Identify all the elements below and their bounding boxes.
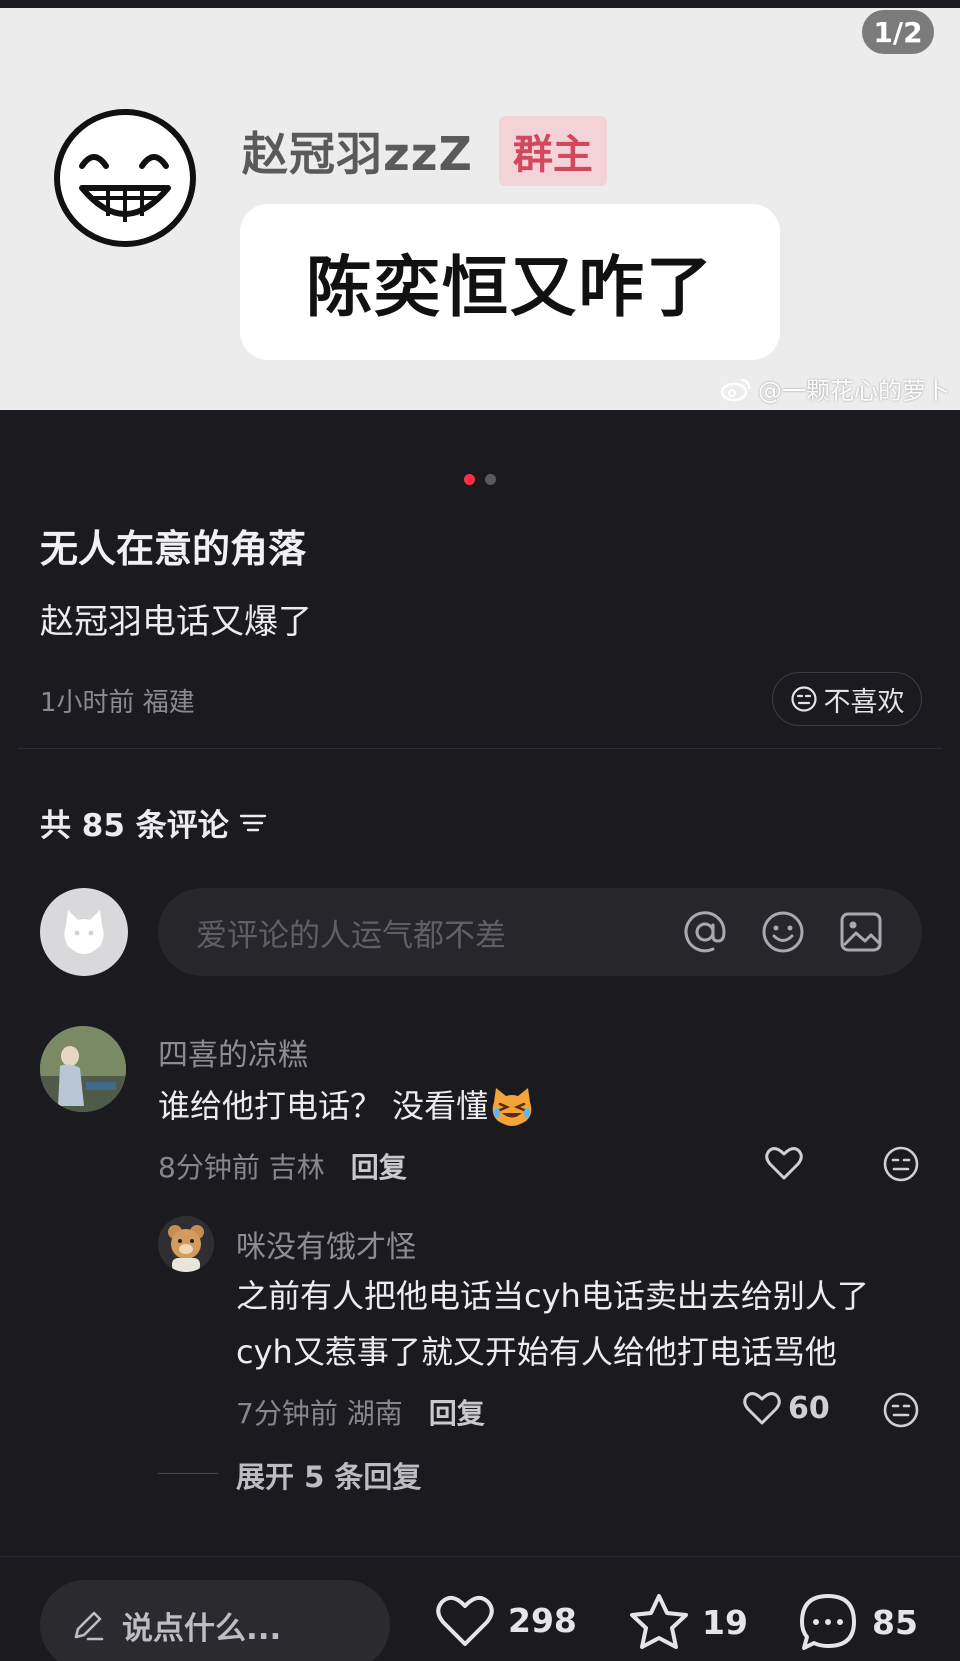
meme-chat-bubble: 陈奕恒又咋了 [240, 204, 780, 360]
comment-like-button[interactable] [764, 1144, 804, 1182]
heart-icon [743, 1392, 781, 1425]
reply-author[interactable]: 咪没有饿才怪 [236, 1222, 416, 1266]
heart-icon [765, 1147, 803, 1180]
expand-replies-button[interactable]: 展开 5 条回复 [236, 1454, 421, 1496]
dislike-label: 不喜欢 [823, 686, 905, 718]
input-icons [682, 909, 884, 955]
carousel-dot-active[interactable] [464, 474, 475, 485]
reply-text-line-1: 之前有人把他电话当cyh电话卖出去给别人了 [236, 1277, 869, 1315]
weibo-watermark: @一颗花心的萝卜 [720, 371, 950, 406]
weibo-logo-icon [720, 378, 751, 401]
star-icon [630, 1594, 688, 1649]
reply-meta: 7分钟前 湖南 回复 [236, 1392, 485, 1432]
dislike-button[interactable]: 不喜欢 [772, 672, 922, 726]
watermark-text: @一颗花心的萝卜 [758, 377, 950, 405]
carousel-dot[interactable] [485, 474, 496, 485]
comment-button[interactable]: 85 [796, 1592, 918, 1652]
comment-meta: 8分钟前 吉林 回复 [158, 1146, 407, 1186]
smiling-face-avatar-icon [54, 109, 196, 247]
group-owner-badge: 群主 [498, 116, 607, 186]
comment-text-content: 谁给他打电话？ 没看懂 [158, 1087, 489, 1125]
sort-filter-icon[interactable] [239, 811, 267, 835]
image-picker-icon[interactable] [838, 909, 884, 955]
reply-button[interactable]: 回复 [351, 1146, 407, 1186]
comment-count-label: 共 85 条评论 [40, 808, 229, 844]
reply-text-line-2: cyh又惹事了就又开始有人给他打电话骂他 [236, 1333, 837, 1371]
neutral-face-icon [883, 1146, 919, 1182]
reply-dislike-button[interactable] [882, 1391, 920, 1429]
reply-time: 7分钟前 湖南 [236, 1397, 403, 1430]
chat-bubble-icon [800, 1594, 856, 1650]
reply-like-button[interactable]: 60 [742, 1389, 830, 1427]
comment-input-placeholder: 爱评论的人运气都不差 [196, 917, 506, 954]
comment-text: 谁给他打电话？ 没看懂 [158, 1078, 534, 1134]
comment-count-header[interactable]: 共 85 条评论 [40, 800, 267, 845]
comment-author[interactable]: 四喜的凉糕 [158, 1030, 308, 1074]
divider [18, 748, 942, 749]
comment-dislike-button[interactable] [882, 1145, 920, 1183]
my-avatar[interactable] [40, 888, 128, 976]
at-mention-icon[interactable] [682, 909, 728, 955]
status-strip [0, 0, 960, 8]
carousel-image[interactable]: 1/2 赵冠羽zzZ 群主 陈奕恒又咋了 @一颗花心的萝卜 [0, 8, 960, 410]
pencil-icon [74, 1611, 104, 1641]
comment-time: 8分钟前 吉林 [158, 1151, 325, 1184]
neutral-face-icon [883, 1392, 919, 1428]
heart-icon [436, 1595, 494, 1646]
like-button[interactable]: 298 [434, 1592, 577, 1648]
neutral-face-icon [790, 686, 817, 712]
favorite-count: 19 [702, 1602, 748, 1642]
outdoor-photo-avatar-icon [40, 1026, 126, 1112]
expand-divider [158, 1473, 218, 1474]
cat-placeholder-icon [64, 910, 104, 954]
post-title: 无人在意的角落 [40, 527, 307, 571]
post-meta: 1小时前 福建 [40, 688, 195, 718]
say-something-placeholder: 说点什么... [122, 1610, 282, 1647]
post-body: 赵冠羽电话又爆了 [40, 602, 312, 642]
reply-button[interactable]: 回复 [429, 1392, 485, 1432]
say-something-input[interactable]: 说点什么... [40, 1580, 390, 1661]
comment-input[interactable]: 爱评论的人运气都不差 [158, 888, 922, 976]
emoji-icon[interactable] [760, 909, 806, 955]
carousel-dots [0, 474, 960, 485]
meme-bubble-text: 陈奕恒又咋了 [306, 249, 714, 326]
reply-like-count: 60 [788, 1390, 830, 1426]
teddy-bear-avatar-icon [158, 1216, 214, 1272]
comment-count: 85 [872, 1602, 918, 1642]
replier-avatar[interactable] [158, 1216, 214, 1272]
meme-username: 赵冠羽zzZ [242, 127, 473, 181]
commenter-avatar[interactable] [40, 1026, 126, 1112]
page-counter: 1/2 [862, 10, 934, 54]
cat-crying-laughing-emoji-icon [492, 1088, 532, 1126]
like-count: 298 [508, 1600, 577, 1640]
meme-name-row: 赵冠羽zzZ 群主 [242, 116, 607, 186]
favorite-button[interactable]: 19 [628, 1592, 748, 1652]
